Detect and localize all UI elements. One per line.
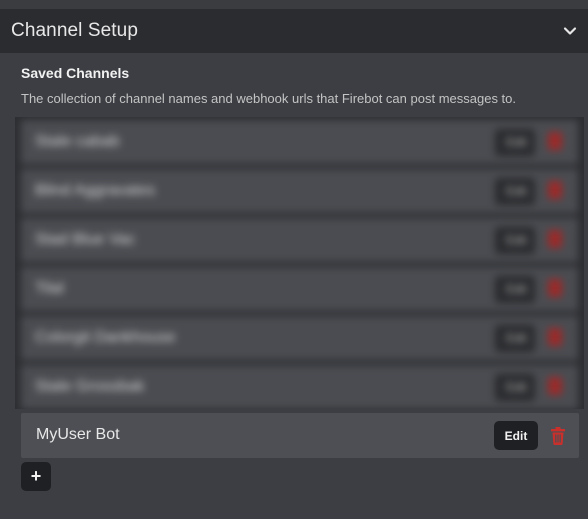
header-title: Channel Setup: [11, 20, 139, 41]
add-channel-button[interactable]: +: [21, 462, 51, 491]
edit-button-label: Edit: [506, 135, 527, 149]
channel-name: MyUser Bot: [36, 426, 120, 443]
blurred-channel-list: Stale cabab Edit Blind Aggravates Edit S…: [15, 117, 584, 409]
edit-button[interactable]: Edit: [494, 421, 538, 450]
blurred-channel-name: Stad Blue Vac: [35, 231, 136, 248]
edit-button: Edit: [495, 227, 535, 254]
blurred-channel-row: Colorgit Dankhouse Edit: [21, 316, 578, 360]
blurred-channel-row: Stad Blue Vac Edit: [21, 218, 578, 262]
trash-icon: [548, 328, 562, 346]
edit-button-label: Edit: [506, 331, 527, 345]
blurred-channel-name: Blind Aggravates: [35, 182, 156, 199]
section-title: Saved Channels: [21, 65, 130, 81]
blurred-channel-name: Tilal: [35, 280, 64, 297]
blurred-channel-name: Stale Grossbak: [35, 378, 145, 395]
trash-icon: [548, 132, 562, 150]
blurred-channel-row: Stale Grossbak Edit: [21, 365, 578, 409]
chevron-down-icon[interactable]: [562, 23, 578, 39]
edit-button: Edit: [495, 129, 535, 156]
edit-button-label: Edit: [506, 282, 527, 296]
trash-icon: [548, 230, 562, 248]
edit-button: Edit: [495, 276, 535, 303]
channel-row: MyUser Bot Edit: [21, 413, 579, 458]
blurred-channel-row: Tilal Edit: [21, 267, 578, 311]
section-description: The collection of channel names and webh…: [21, 91, 517, 106]
blurred-channel-row: Blind Aggravates Edit: [21, 169, 578, 213]
channel-setup-header[interactable]: Channel Setup: [0, 9, 588, 53]
edit-button-label: Edit: [506, 184, 527, 198]
blurred-channel-name: Colorgit Dankhouse: [35, 329, 176, 346]
trash-icon[interactable]: [550, 427, 566, 445]
top-strip: [0, 0, 588, 9]
trash-icon: [548, 181, 562, 199]
blurred-channel-name: Stale cabab: [35, 133, 120, 150]
edit-button-label: Edit: [506, 233, 527, 247]
edit-button-label: Edit: [506, 380, 527, 394]
blurred-channel-row: Stale cabab Edit: [21, 120, 578, 164]
trash-icon: [548, 377, 562, 395]
edit-button: Edit: [495, 178, 535, 205]
trash-icon: [548, 279, 562, 297]
edit-button: Edit: [495, 325, 535, 352]
edit-button: Edit: [495, 374, 535, 401]
